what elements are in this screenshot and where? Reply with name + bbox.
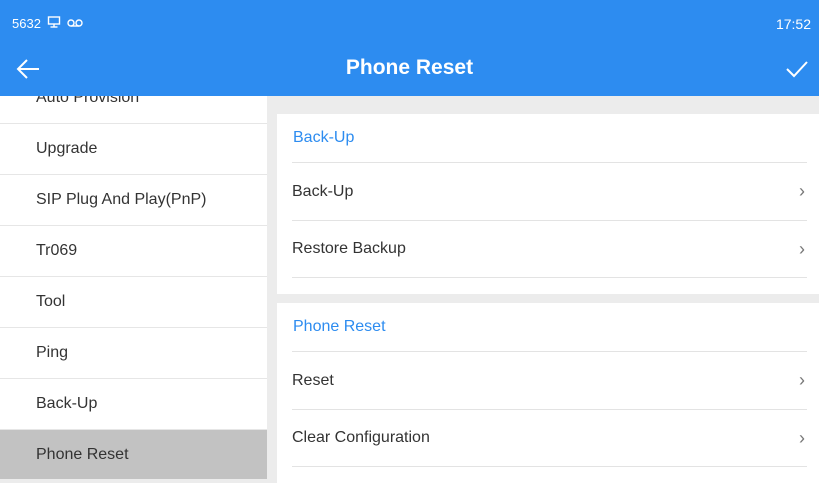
clear-configuration-row[interactable]: Clear Configuration ›: [292, 409, 807, 467]
phone-reset-section: Phone Reset Reset › Clear Configuration …: [277, 303, 819, 483]
page-title: Phone Reset: [345, 56, 474, 79]
sidebar-item-label: Phone Reset: [36, 446, 129, 463]
confirm-button[interactable]: [779, 52, 815, 86]
sidebar-item-tr069[interactable]: Tr069: [0, 226, 267, 277]
status-bar: 5632 17:52: [0, 0, 819, 42]
backup-section: Back-Up Back-Up › Restore Backup ›: [277, 114, 819, 294]
sidebar-item-label: Auto Provision: [36, 96, 140, 106]
row-label: Clear Configuration: [292, 429, 430, 446]
status-time: 17:52: [775, 16, 811, 32]
reset-row[interactable]: Reset ›: [292, 351, 807, 409]
sidebar-item-sip-pnp[interactable]: SIP Plug And Play(PnP): [0, 175, 267, 226]
voicemail-icon: [67, 16, 83, 31]
section-title: Back-Up: [293, 129, 355, 146]
checkmark-icon: [786, 61, 808, 78]
title-bar: Phone Reset: [0, 42, 819, 96]
row-label: Back-Up: [292, 182, 354, 200]
sidebar-item-label: SIP Plug And Play(PnP): [36, 191, 207, 208]
sidebar-item-phone-reset[interactable]: Phone Reset: [0, 430, 267, 479]
chevron-right-icon: ›: [799, 370, 805, 390]
chevron-right-icon: ›: [799, 238, 805, 259]
sidebar: Auto Provision Upgrade SIP Plug And Play…: [0, 96, 267, 479]
back-up-row[interactable]: Back-Up ›: [292, 162, 807, 220]
chevron-right-icon: ›: [799, 181, 805, 201]
sidebar-item-label: Tr069: [36, 242, 78, 259]
sidebar-item-upgrade[interactable]: Upgrade: [0, 124, 267, 175]
chevron-right-icon: ›: [799, 427, 805, 448]
status-left: 5632: [12, 16, 83, 31]
sidebar-list: Auto Provision Upgrade SIP Plug And Play…: [0, 96, 267, 479]
monitor-icon: [47, 16, 61, 31]
sidebar-item-ping[interactable]: Ping: [0, 328, 267, 379]
sidebar-item-auto-provision[interactable]: Auto Provision: [0, 96, 267, 124]
sidebar-item-label: Upgrade: [36, 140, 98, 157]
sidebar-item-label: Tool: [36, 293, 66, 310]
section-title: Phone Reset: [293, 318, 386, 335]
row-label: Restore Backup: [292, 240, 406, 257]
restore-backup-row[interactable]: Restore Backup ›: [292, 220, 807, 278]
sidebar-item-label: Ping: [36, 344, 69, 361]
sidebar-item-back-up[interactable]: Back-Up: [0, 379, 267, 430]
sidebar-item-tool[interactable]: Tool: [0, 277, 267, 328]
row-label: Reset: [292, 371, 334, 389]
sidebar-item-label: Back-Up: [36, 395, 98, 412]
extension-number: 5632: [12, 16, 41, 31]
